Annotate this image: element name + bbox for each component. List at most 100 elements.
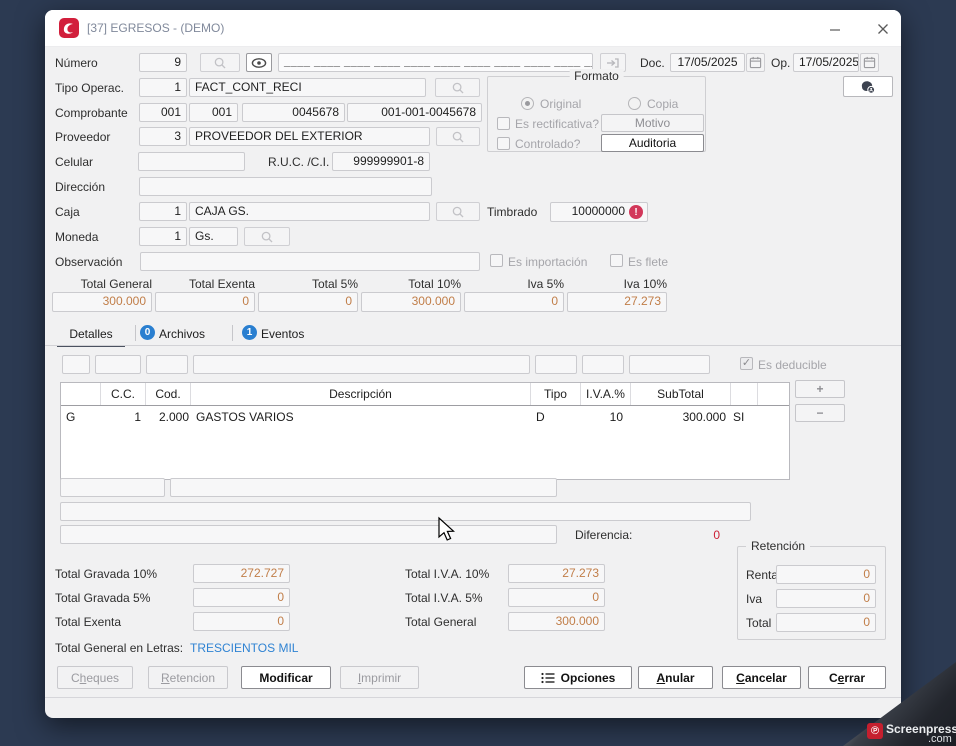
summary-label: Iva 5% — [527, 277, 564, 291]
proveedor-search-button[interactable] — [436, 127, 480, 146]
table-row[interactable]: G 1 2.000 GASTOS VARIOS D 10 300.000 SI — [61, 406, 789, 428]
tab-eventos[interactable]: Eventos — [261, 322, 304, 345]
grid-filter-input[interactable] — [95, 355, 141, 374]
grid-filter-input[interactable] — [582, 355, 624, 374]
grid-header-descripcion[interactable]: Descripción — [191, 383, 531, 405]
grid-header-subtotal[interactable]: SubTotal — [631, 383, 731, 405]
grid-filter-input[interactable] — [629, 355, 710, 374]
close-icon — [878, 24, 888, 34]
minus-icon: − — [816, 406, 824, 420]
observacion-input[interactable] — [140, 252, 480, 271]
comprobante-part3-input[interactable]: 0045678 — [242, 103, 345, 122]
radio-copia[interactable] — [628, 97, 641, 110]
ruc-input[interactable]: 999999901-8 — [332, 152, 430, 171]
imprimir-button[interactable]: Imprimir — [340, 666, 419, 689]
minimize-button[interactable] — [821, 18, 849, 40]
codigo-control-input[interactable]: ____ ____ ____ ____ ____ ____ ____ ____ … — [278, 53, 593, 72]
view-button[interactable] — [246, 53, 272, 72]
motivo-button[interactable]: Motivo — [601, 114, 704, 132]
entry-descripcion-input[interactable] — [170, 478, 557, 497]
moneda-code-input[interactable]: 1 — [139, 227, 187, 246]
moneda-search-button[interactable] — [244, 227, 290, 246]
grid-header-iva[interactable]: I.V.A.% — [581, 383, 631, 405]
direccion-input[interactable] — [139, 177, 432, 196]
comprobante-full-input[interactable]: 001-001-0045678 — [347, 103, 482, 122]
caja-search-button[interactable] — [436, 202, 480, 221]
entry-code-input[interactable] — [60, 478, 165, 497]
entry-observacion-input[interactable] — [60, 525, 557, 544]
celular-input[interactable] — [138, 152, 245, 171]
retencion-renta-value: 0 — [776, 565, 876, 584]
app-logo-icon — [59, 18, 79, 38]
close-button[interactable] — [869, 18, 897, 40]
cell-cod: 2.000 — [158, 410, 189, 424]
search-icon — [452, 206, 464, 218]
comprobante-part1-input[interactable]: 001 — [139, 103, 187, 122]
es-flete-label: Es flete — [628, 255, 669, 269]
search-icon — [261, 231, 273, 243]
summary-label: Total 10% — [408, 277, 461, 291]
doc-date-label: Doc. — [640, 56, 665, 70]
cheques-button[interactable]: Ch eques — [57, 666, 133, 689]
op-date-input[interactable]: 17/05/2025 — [793, 53, 859, 72]
es-rectificativa-checkbox[interactable] — [497, 117, 510, 130]
summary-label: Iva 10% — [623, 277, 667, 291]
grid-filter-input[interactable] — [62, 355, 90, 374]
grid-filter-input[interactable] — [193, 355, 530, 374]
cancelar-button[interactable]: Cancelar — [722, 666, 801, 689]
grid-header-extra[interactable] — [758, 383, 789, 405]
remove-row-button[interactable]: − — [795, 404, 845, 422]
entry-detalle-input[interactable] — [60, 502, 751, 521]
proveedor-name-input[interactable]: PROVEEDOR DEL EXTERIOR — [189, 127, 430, 146]
radio-original-label: Original — [540, 97, 582, 111]
tipo-operac-code-input[interactable]: 1 — [139, 78, 187, 97]
direccion-label: Dirección — [55, 180, 106, 194]
calendar-icon — [863, 56, 876, 69]
plus-icon: + — [816, 382, 824, 396]
grid-header-cod[interactable]: Cod. — [146, 383, 191, 405]
numero-search-button[interactable] — [200, 53, 240, 72]
grid-header-tipo[interactable]: Tipo — [531, 383, 581, 405]
diferencia-label: Diferencia: — [575, 528, 633, 542]
tipo-operac-search-button[interactable] — [435, 78, 480, 97]
numero-input[interactable]: 9 — [139, 53, 187, 72]
goto-icon — [607, 57, 619, 68]
grid-header-flag[interactable] — [61, 383, 101, 405]
caja-name-input[interactable]: CAJA GS. — [189, 202, 430, 221]
proveedor-code-input[interactable]: 3 — [139, 127, 187, 146]
anular-button[interactable]: Anular — [638, 666, 713, 689]
tab-archivos[interactable]: Archivos — [159, 322, 205, 345]
es-deducible-checkbox[interactable]: ✓ — [740, 357, 753, 370]
summary-label: Total Exenta — [188, 277, 255, 291]
tipo-operac-name-input[interactable]: FACT_CONT_RECI — [189, 78, 426, 97]
es-importacion-checkbox[interactable] — [490, 254, 503, 267]
opciones-button[interactable]: Opciones — [524, 666, 632, 689]
es-flete-checkbox[interactable] — [610, 254, 623, 267]
retencion-button[interactable]: Retencion — [148, 666, 228, 689]
grid-filter-input[interactable] — [535, 355, 577, 374]
doc-date-input[interactable]: 17/05/2025 — [670, 53, 745, 72]
eye-icon — [251, 57, 267, 68]
doc-calendar-button[interactable] — [746, 53, 765, 72]
op-calendar-button[interactable] — [860, 53, 879, 72]
grid-filter-input[interactable] — [146, 355, 188, 374]
tab-detalles[interactable]: Detalles — [57, 322, 125, 347]
ruc-label: R.U.C. /C.I. — [268, 155, 330, 169]
auditoria-button[interactable]: Auditoria — [601, 134, 704, 152]
cerrar-button[interactable]: Ce rrar — [808, 666, 886, 689]
caja-code-input[interactable]: 1 — [139, 202, 187, 221]
comprobante-part2-input[interactable]: 001 — [189, 103, 238, 122]
cell-subtotal: 300.000 — [682, 410, 726, 424]
search-icon — [452, 131, 464, 143]
cell-cc: 1 — [134, 410, 141, 424]
formato-group: Formato Original Copia Es rectificativa?… — [487, 69, 706, 152]
controlado-checkbox[interactable] — [497, 137, 510, 150]
grid-header-cc[interactable]: C.C. — [101, 383, 146, 405]
add-row-button[interactable]: + — [795, 380, 845, 398]
modificar-button[interactable]: Modificar — [241, 666, 331, 689]
archivos-count-badge: 0 — [140, 325, 155, 340]
grid-header-deducible[interactable] — [731, 383, 758, 405]
radio-original[interactable] — [521, 97, 534, 110]
moneda-name-input[interactable]: Gs. — [189, 227, 238, 246]
audit-user-button[interactable] — [843, 76, 893, 97]
